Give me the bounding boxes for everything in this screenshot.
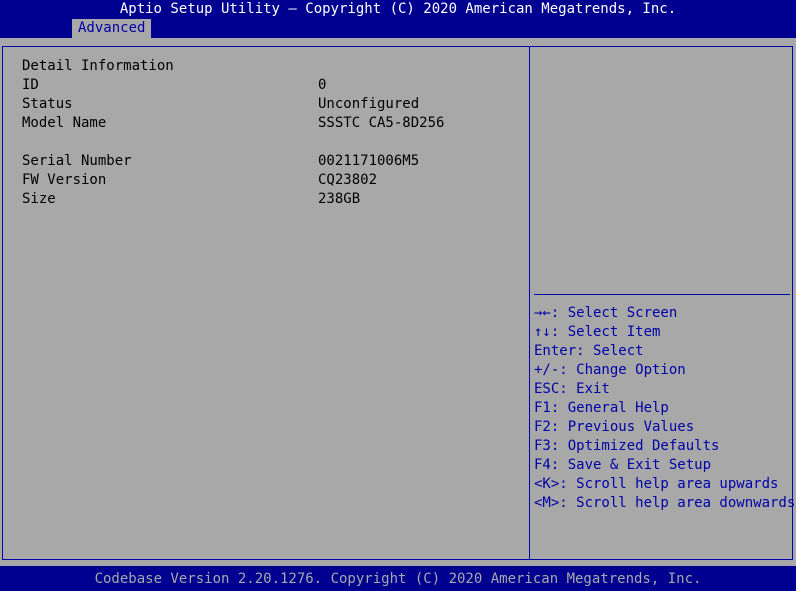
detail-label: Size [22, 191, 56, 207]
tab-advanced[interactable]: Advanced [72, 19, 152, 38]
detail-label: Status [22, 96, 73, 112]
help-line-scroll-up: <K>: Scroll help area upwards [534, 476, 779, 492]
help-line-select-screen: →←: Select Screen [534, 305, 678, 321]
detail-label: FW Version [22, 172, 107, 188]
detail-row-fw-version: FW Version CQ23802 [22, 171, 522, 190]
detail-label: Serial Number [22, 153, 132, 169]
help-line-enter: Enter: Select [534, 343, 644, 359]
key-help-list: →←: Select Screen ↑↓: Select Item Enter:… [534, 304, 796, 513]
detail-value: SSSTC CA5-8D256 [318, 115, 445, 131]
detail-information-panel: Detail Information ID 0 Status Unconfigu… [22, 57, 522, 209]
help-line-scroll-down: <M>: Scroll help area downwards [534, 495, 796, 511]
help-line-change-option: +/-: Change Option [534, 362, 686, 378]
help-line-optimized-defaults: F3: Optimized Defaults [534, 438, 720, 454]
detail-heading: Detail Information [22, 58, 174, 74]
detail-label: ID [22, 77, 39, 93]
help-line-general-help: F1: General Help [534, 400, 669, 416]
detail-value: 0021171006M5 [318, 153, 420, 169]
help-line-exit: ESC: Exit [534, 381, 610, 397]
help-line-save-exit: F4: Save & Exit Setup [534, 457, 712, 473]
detail-row-model-name: Model Name SSSTC CA5-8D256 [22, 114, 522, 133]
tab-bar: Advanced [0, 19, 796, 38]
detail-row-size: Size 238GB [22, 190, 522, 209]
window-title: Aptio Setup Utility – Copyright (C) 2020… [0, 0, 796, 19]
detail-row-status: Status Unconfigured [22, 95, 522, 114]
main-area: Detail Information ID 0 Status Unconfigu… [0, 38, 796, 566]
detail-value: Unconfigured [318, 96, 420, 112]
detail-row-serial-number: Serial Number 0021171006M5 [22, 152, 522, 171]
help-line-previous-values: F2: Previous Values [534, 419, 695, 435]
help-divider [534, 294, 790, 295]
detail-row-id: ID 0 [22, 76, 522, 95]
help-line-select-item: ↑↓: Select Item [534, 324, 661, 340]
footer-version: Codebase Version 2.20.1276. Copyright (C… [0, 566, 796, 591]
detail-value: CQ23802 [318, 172, 378, 188]
detail-value: 238GB [318, 191, 361, 207]
detail-value: 0 [318, 77, 327, 93]
detail-label: Model Name [22, 115, 107, 131]
